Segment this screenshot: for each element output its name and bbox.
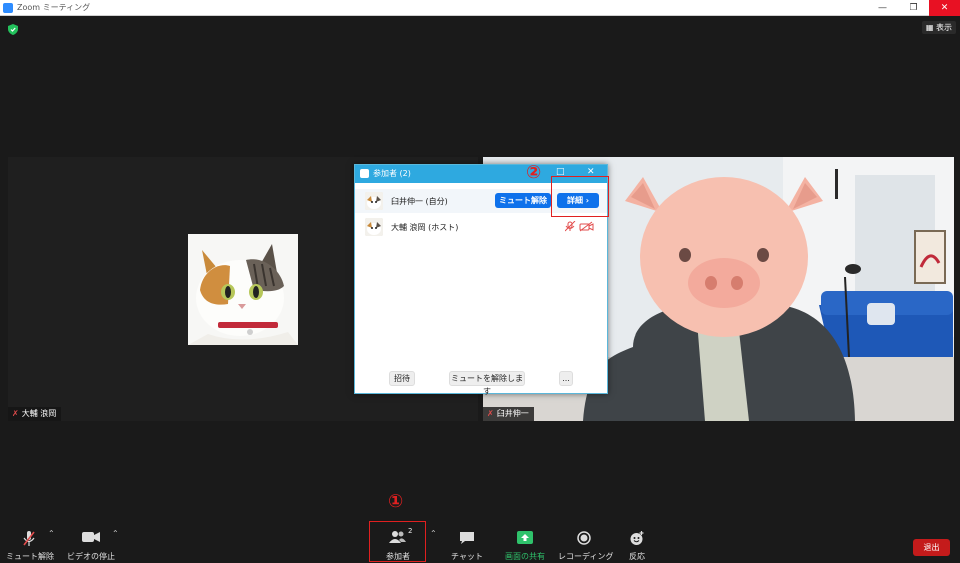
mic-muted-icon: [564, 220, 576, 232]
zoom-window-icon: [360, 169, 369, 178]
name-tag-right: ✗ 臼井伸一: [483, 407, 534, 421]
chevron-up-icon[interactable]: ⌃: [112, 529, 119, 538]
reaction-button[interactable]: 反応: [622, 520, 652, 563]
participant-row-host[interactable]: 大輔 浪岡 (ホスト): [355, 215, 607, 239]
meeting-area: ▦ 表示 ✗ 大輔 浪岡 ✗ 臼井伸一 参加者 (2) □ ✕ 臼井伸一 (自分…: [0, 16, 960, 563]
chevron-up-icon[interactable]: ⌃: [430, 529, 437, 538]
participant-name-left: 大輔 浪岡: [21, 409, 57, 418]
mic-muted-icon: ✗: [487, 409, 494, 418]
zoom-logo-icon: [3, 3, 13, 13]
window-title: Zoom ミーティング: [17, 3, 91, 12]
mic-muted-icon: ✗: [12, 409, 19, 418]
share-screen-label: 画面の共有: [505, 552, 545, 561]
more-options-button[interactable]: ...: [559, 371, 573, 386]
video-camera-icon: [82, 532, 100, 542]
mute-button[interactable]: ⌃ ミュート解除: [6, 520, 55, 563]
restore-button[interactable]: ❐: [898, 0, 929, 16]
meeting-toolbar: ⌃ ミュート解除 ⌃ ビデオの停止 2 参加者 ⌃ チャット 画面の共有 レコー…: [0, 520, 960, 563]
callout-1: ①: [388, 491, 404, 512]
participant-name: 大輔 浪岡 (ホスト): [391, 223, 459, 232]
chat-label: チャット: [451, 552, 483, 561]
security-shield-icon[interactable]: [8, 24, 18, 35]
participant-status-icons: [564, 220, 595, 235]
emoji-reaction-icon: [630, 531, 644, 545]
share-screen-icon: [517, 531, 533, 544]
avatar: [365, 218, 383, 236]
chat-button[interactable]: チャット: [446, 520, 488, 563]
chat-bubble-icon: [460, 532, 474, 544]
avatar: [365, 192, 383, 210]
invite-button[interactable]: 招待: [389, 371, 415, 386]
view-label: 表示: [936, 23, 952, 32]
window-titlebar: Zoom ミーティング — ❐ ✕: [0, 0, 960, 16]
video-label: ビデオの停止: [67, 552, 115, 561]
chevron-up-icon[interactable]: ⌃: [48, 529, 55, 538]
record-label: レコーディング: [558, 552, 614, 561]
participant-name: 臼井伸一 (自分): [391, 197, 448, 206]
participants-panel-title: 参加者 (2): [373, 169, 411, 178]
record-icon: [577, 531, 591, 545]
details-highlight-box: [551, 176, 609, 217]
callout-2: ②: [526, 162, 542, 183]
video-button[interactable]: ⌃ ビデオの停止: [66, 520, 119, 563]
reaction-label: 反応: [629, 552, 645, 561]
minimize-button[interactable]: —: [867, 0, 898, 16]
leave-meeting-button[interactable]: 退出: [913, 539, 950, 556]
view-toggle-button[interactable]: ▦ 表示: [921, 21, 956, 34]
name-tag-left: ✗ 大輔 浪岡: [8, 407, 62, 421]
share-screen-button[interactable]: 画面の共有: [500, 520, 550, 563]
participant-name-right: 臼井伸一: [496, 409, 529, 418]
unmute-button[interactable]: ミュート解除: [495, 193, 551, 208]
cat-profile-photo: [188, 234, 298, 345]
unmute-all-button[interactable]: ミュートを解除します: [449, 371, 525, 396]
mute-label: ミュート解除: [6, 552, 54, 561]
record-button[interactable]: レコーディング: [558, 520, 614, 563]
close-button[interactable]: ✕: [929, 0, 960, 16]
participants-highlight-box: [369, 521, 426, 562]
mic-muted-icon: [23, 531, 35, 546]
video-off-icon: [579, 221, 594, 232]
grid-icon: ▦: [925, 23, 936, 32]
